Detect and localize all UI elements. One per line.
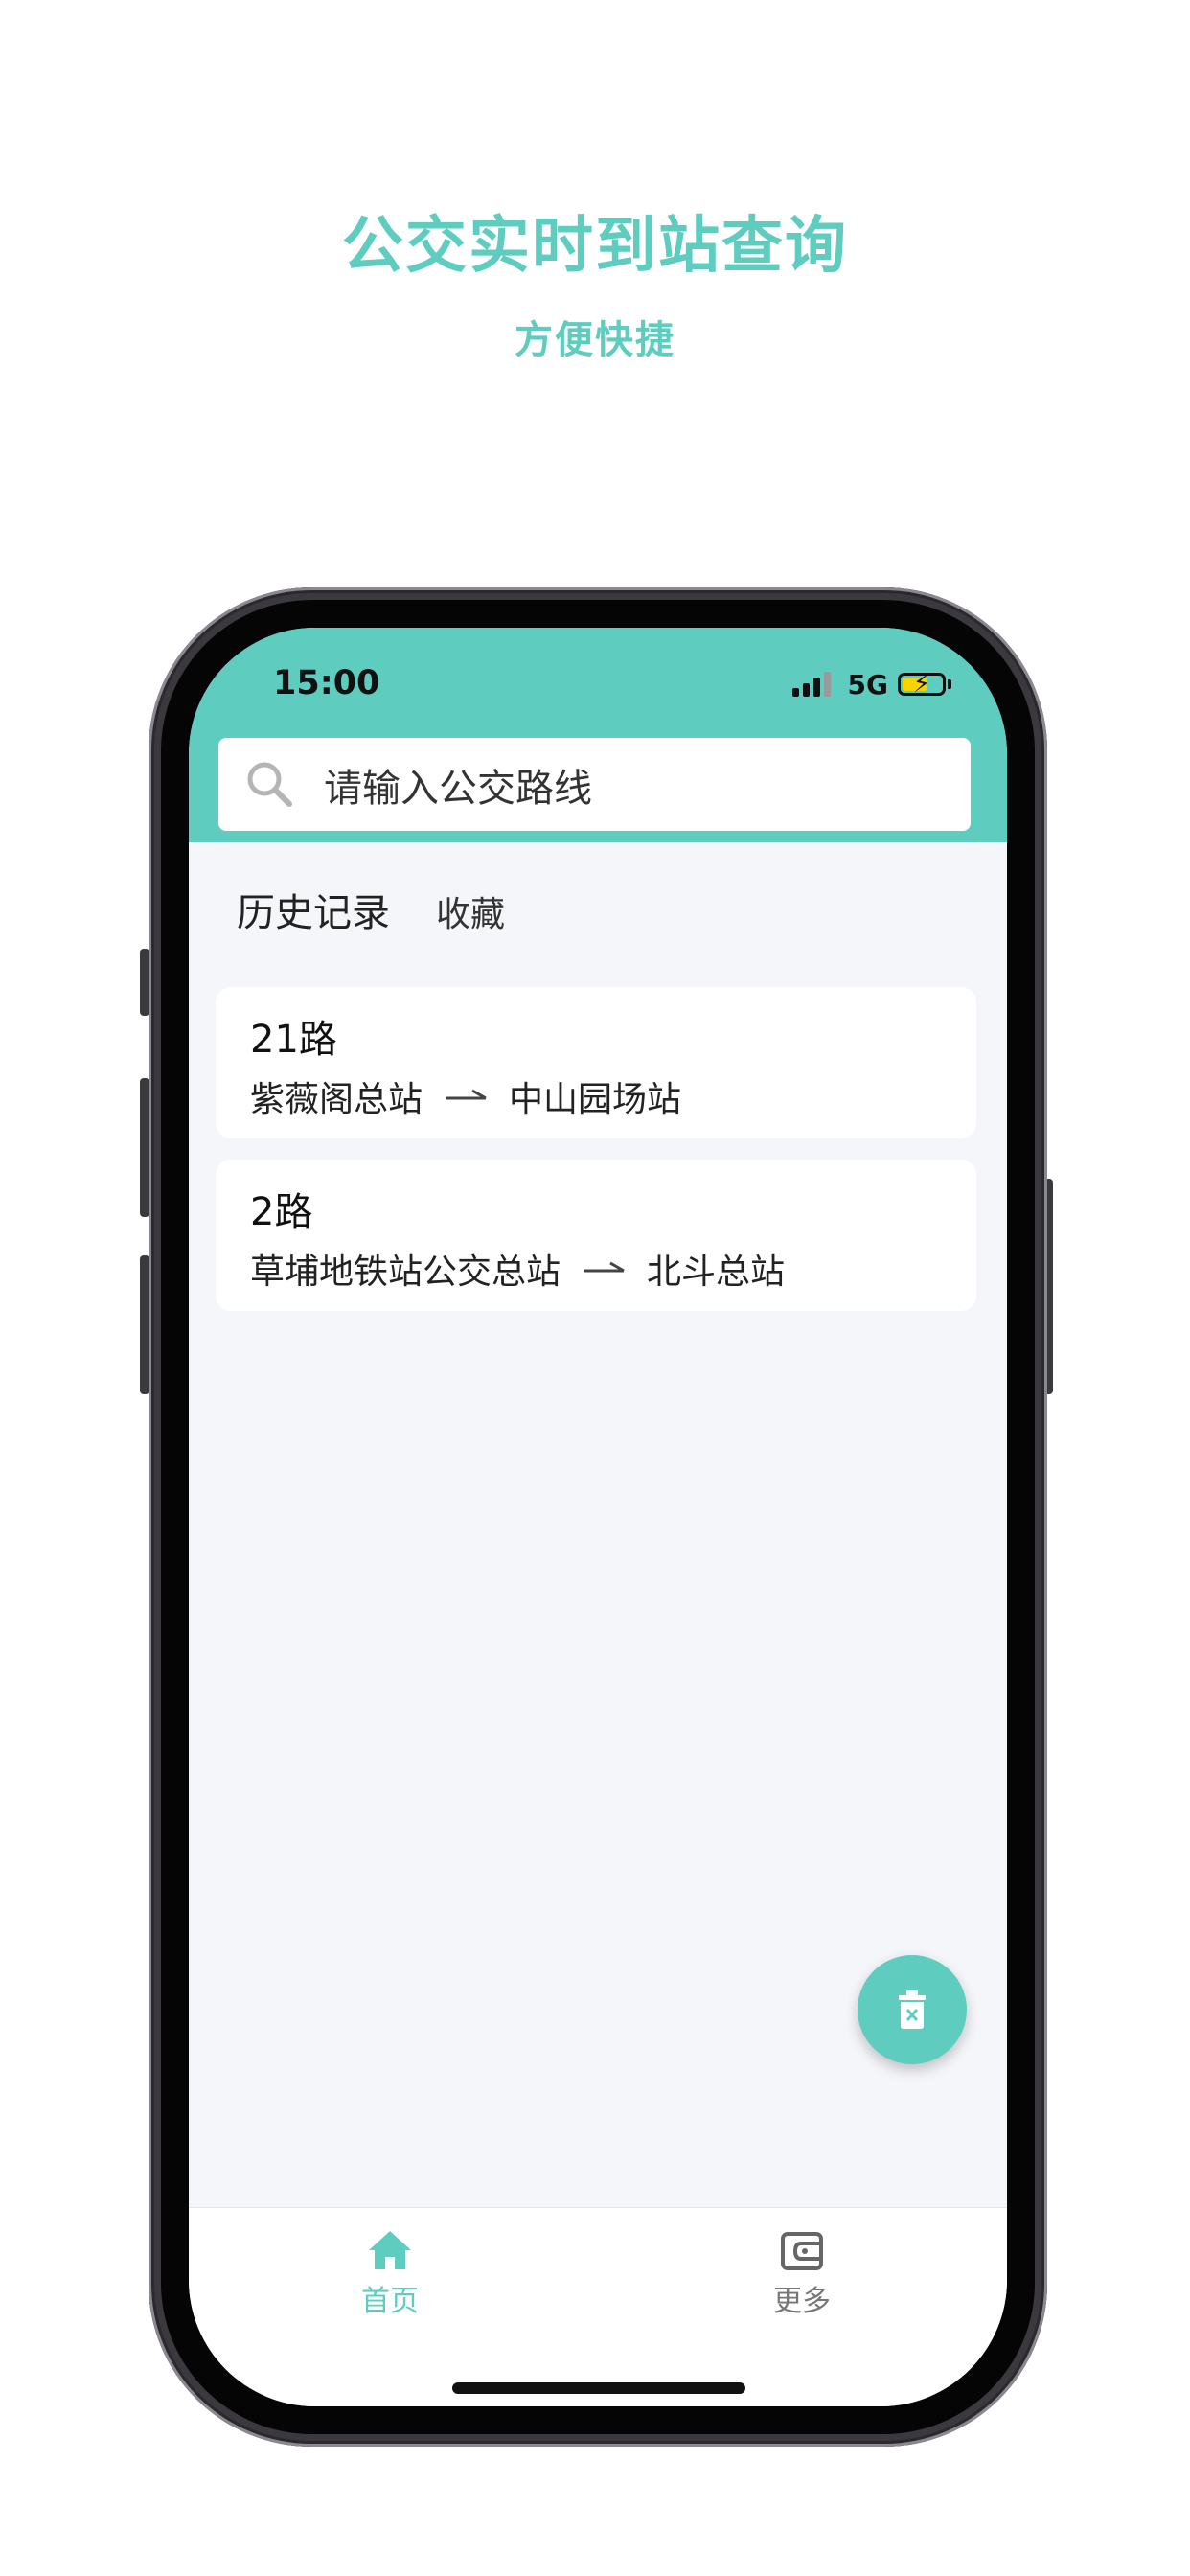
search-icon: [247, 762, 292, 807]
direction-arrow-icon: [446, 1089, 487, 1100]
app-header: 15:00 5G ⚡ 请输入公交路线: [189, 628, 1007, 842]
nav-home[interactable]: 首页: [313, 2229, 467, 2319]
charging-bolt-icon: ⚡: [912, 670, 931, 699]
tab-favorites[interactable]: 收藏: [436, 886, 505, 936]
nav-more-label: 更多: [773, 2285, 831, 2318]
promo-title: 公交实时到站查询: [342, 211, 848, 282]
route-destination: 中山园场站: [509, 1080, 682, 1119]
route-stops: 草埔地铁站公交总站 北斗总站: [250, 1244, 785, 1294]
route-stops: 紫薇阁总站 中山园场站: [250, 1071, 681, 1121]
promo-page: 公交实时到站查询 方便快捷 15:00 5G ⚡ 请输入公交路线 历史记录 收藏…: [0, 0, 1190, 2576]
search-placeholder: 请输入公交路线: [324, 766, 592, 811]
wallet-icon: [781, 2232, 823, 2270]
route-card[interactable]: 2路 草埔地铁站公交总站 北斗总站: [216, 1160, 976, 1311]
tab-history[interactable]: 历史记录: [237, 882, 390, 937]
route-destination: 北斗总站: [647, 1253, 786, 1292]
direction-arrow-icon: [584, 1261, 625, 1273]
status-time: 15:00: [273, 664, 380, 702]
nav-home-label: 首页: [361, 2285, 419, 2318]
nav-more[interactable]: 更多: [725, 2229, 879, 2319]
delete-icon: [899, 1990, 926, 2029]
route-name: 2路: [250, 1190, 313, 1234]
bottom-navigation: 首页 更多: [189, 2207, 1007, 2406]
network-type: 5G: [847, 668, 888, 701]
search-input[interactable]: 请输入公交路线: [218, 738, 971, 831]
route-origin: 紫薇阁总站: [250, 1080, 423, 1119]
history-tabs: 历史记录 收藏: [237, 882, 505, 937]
route-name: 21路: [250, 1018, 337, 1062]
signal-icon: [791, 672, 835, 697]
home-indicator: [452, 2382, 745, 2394]
clear-history-button[interactable]: [858, 1955, 967, 2064]
promo-subtitle: 方便快捷: [515, 318, 675, 362]
phone-screen: 15:00 5G ⚡ 请输入公交路线 历史记录 收藏 21路 紫薇阁总站 中山园…: [189, 628, 1007, 2406]
route-card[interactable]: 21路 紫薇阁总站 中山园场站: [216, 987, 976, 1138]
home-icon: [369, 2231, 411, 2269]
battery-icon: ⚡: [898, 670, 946, 699]
route-origin: 草埔地铁站公交总站: [250, 1253, 561, 1292]
status-indicators: 5G ⚡: [791, 668, 951, 701]
